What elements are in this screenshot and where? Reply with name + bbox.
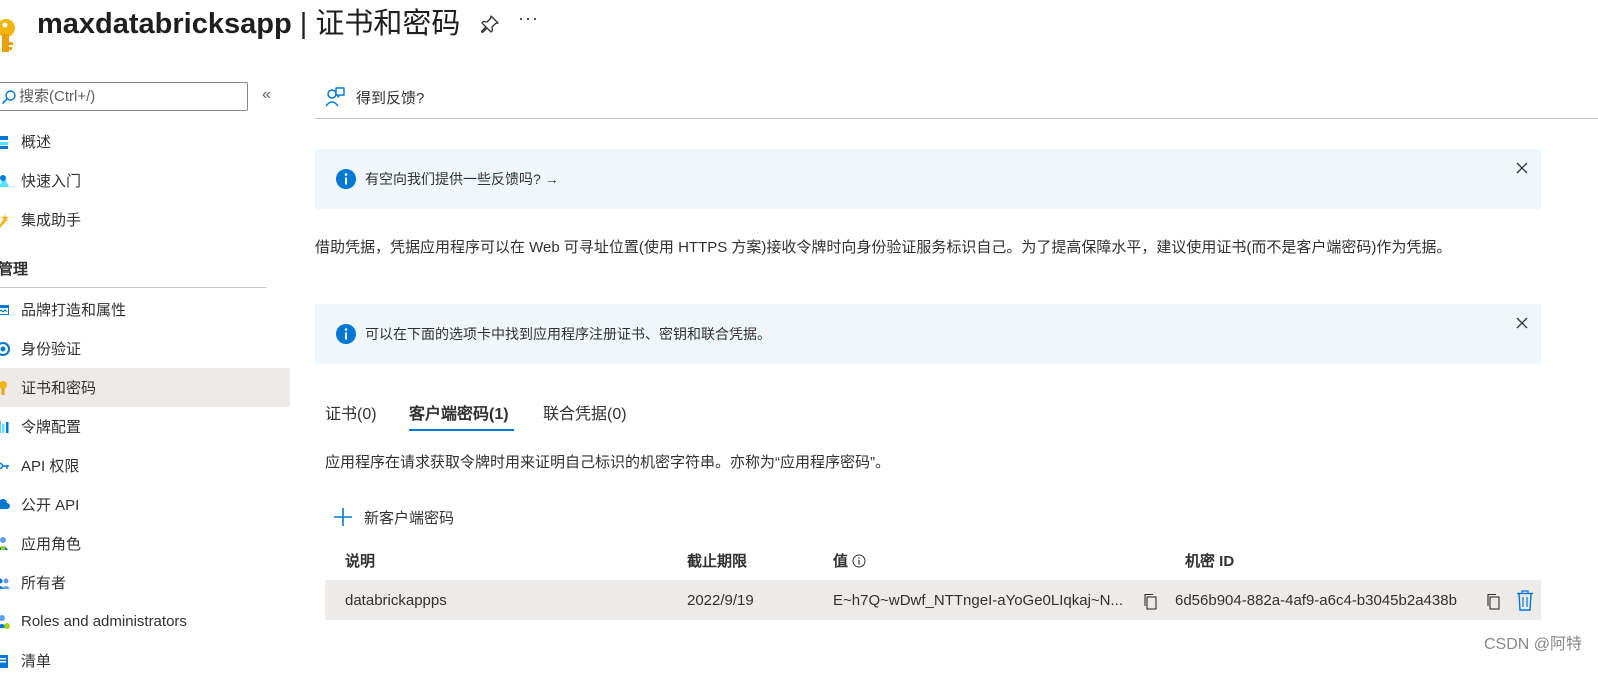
manifest-icon [0, 654, 8, 668]
branding-icon [0, 304, 9, 315]
new-client-secret-button[interactable]: 新客户端密码 [333, 505, 454, 529]
credentials-description: 借助凭据，凭据应用程序可以在 Web 可寻址位置(使用 HTTPS 方案)接收令… [315, 239, 1452, 256]
sidebar-item-label: 清单 [21, 653, 52, 670]
info-icon [336, 169, 356, 189]
integration-assistant-icon [0, 213, 9, 228]
sidebar-item-label: 令牌配置 [21, 419, 82, 436]
toolbar-divider [315, 118, 1598, 119]
feedback-icon [325, 87, 345, 107]
info-banner: 可以在下面的选项卡中找到应用程序注册证书、密钥和联合凭据。 [315, 304, 1541, 364]
secret-expires-cell: 2022/9/19 [687, 592, 754, 609]
arrow-right-icon: → [544, 171, 559, 187]
roles-admins-icon [0, 614, 10, 629]
sidebar-item-authentication[interactable]: 身份验证 [0, 329, 290, 368]
client-secrets-description: 应用程序在请求获取令牌时用来证明自己标识的机密字符串。亦称为“应用程序密码”。 [325, 454, 890, 471]
collapse-sidebar-icon[interactable]: « [262, 86, 280, 106]
feedback-banner: 有空向我们提供一些反馈吗? → [315, 149, 1541, 209]
app-roles-icon [0, 536, 8, 550]
sidebar-item-api-permissions[interactable]: API 权限 [0, 446, 290, 485]
search-icon [1, 89, 16, 104]
info-icon[interactable] [852, 554, 866, 568]
tab-certificates[interactable]: 证书(0) [325, 400, 377, 424]
sidebar-item-label: 品牌打造和属性 [21, 302, 127, 319]
new-client-secret-label: 新客户端密码 [364, 509, 455, 527]
secret-id-cell: 6d56b904-882a-4af9-a6c4-b3045b2a438b [1175, 592, 1457, 609]
feedback-button[interactable]: 得到反馈? [324, 84, 424, 110]
token-config-icon [0, 420, 9, 433]
app-name: maxdatabricksapp [37, 8, 292, 40]
sidebar-item-label: API 权限 [21, 458, 80, 475]
info-banner-text: 可以在下面的选项卡中找到应用程序注册证书、密钥和联合凭据。 [365, 326, 771, 342]
sidebar-item-integration-assistant[interactable]: 集成助手 [0, 200, 290, 239]
sidebar-item-token-config[interactable]: 令牌配置 [0, 407, 290, 446]
watermark: CSDN @阿特 [1483, 636, 1582, 653]
secret-value-cell: E~h7Q~wDwf_NTTngeI-aYoGe0LIqkaj~N... [833, 592, 1124, 609]
section-divider [0, 287, 266, 288]
key-icon [0, 380, 7, 395]
sidebar-item-roles-administrators[interactable]: Roles and administrators [0, 602, 290, 641]
sidebar-item-label: 身份验证 [21, 341, 82, 358]
more-options-icon[interactable]: ··· [518, 8, 539, 29]
sidebar-item-label: Roles and administrators [21, 613, 187, 630]
column-header-value-label: 值 [833, 553, 849, 570]
sidebar-item-branding[interactable]: 品牌打造和属性 [0, 290, 290, 329]
sidebar-item-label: 公开 API [21, 497, 80, 514]
tab-selected-indicator [409, 429, 514, 431]
sidebar-item-label: 证书和密码 [21, 380, 97, 397]
secret-description-cell: databrickappps [345, 592, 447, 609]
page-name: 证书和密码 [315, 8, 461, 40]
copy-icon[interactable] [1142, 593, 1158, 610]
key-icon [0, 19, 15, 52]
sidebar-item-label: 应用角色 [21, 536, 82, 553]
quickstart-icon [0, 174, 9, 187]
api-permissions-icon [0, 462, 9, 469]
close-icon[interactable] [1515, 316, 1529, 330]
overview-icon [0, 135, 8, 149]
sidebar-item-manifest[interactable]: 清单 [0, 641, 290, 680]
sidebar-item-app-roles[interactable]: 应用角色 [0, 524, 290, 563]
column-header-secret-id: 机密 ID [1185, 553, 1235, 570]
close-icon[interactable] [1515, 161, 1529, 175]
copy-icon[interactable] [1485, 593, 1501, 610]
owners-icon [0, 578, 10, 589]
sidebar-item-overview[interactable]: 概述 [0, 122, 290, 161]
pin-icon[interactable] [480, 14, 500, 34]
feedback-banner-link[interactable]: 有空向我们提供一些反馈吗? → [365, 169, 559, 189]
expose-api-icon [0, 498, 10, 509]
sidebar-search[interactable] [0, 82, 248, 111]
search-input[interactable] [19, 88, 239, 105]
tab-federated-credentials[interactable]: 联合凭据(0) [543, 400, 627, 424]
sidebar-item-label: 所有者 [21, 575, 67, 592]
feedback-banner-text: 有空向我们提供一些反馈吗? [365, 171, 541, 187]
title-separator: | [291, 8, 316, 40]
sidebar-item-expose-api[interactable]: 公开 API [0, 485, 290, 524]
tab-client-secrets[interactable]: 客户端密码(1) [409, 400, 509, 424]
info-icon [336, 324, 356, 344]
delete-icon[interactable] [1516, 590, 1534, 611]
sidebar-item-owners[interactable]: 所有者 [0, 563, 290, 602]
column-header-expires: 截止期限 [687, 553, 748, 570]
sidebar-item-label: 概述 [21, 134, 52, 151]
authentication-icon [0, 341, 10, 356]
column-header-value: 值 [833, 550, 866, 571]
sidebar-item-certificates-secrets[interactable]: 证书和密码 [0, 368, 290, 407]
sidebar-section-manage: 管理 [0, 261, 29, 278]
feedback-label: 得到反馈? [356, 89, 425, 107]
page-title: maxdatabricksapp | 证书和密码 [37, 6, 460, 42]
sidebar-item-label: 快速入门 [21, 173, 82, 190]
sidebar-item-label: 集成助手 [21, 212, 82, 229]
column-header-description: 说明 [345, 553, 376, 570]
sidebar-item-quickstart[interactable]: 快速入门 [0, 161, 290, 200]
add-icon [334, 508, 352, 526]
